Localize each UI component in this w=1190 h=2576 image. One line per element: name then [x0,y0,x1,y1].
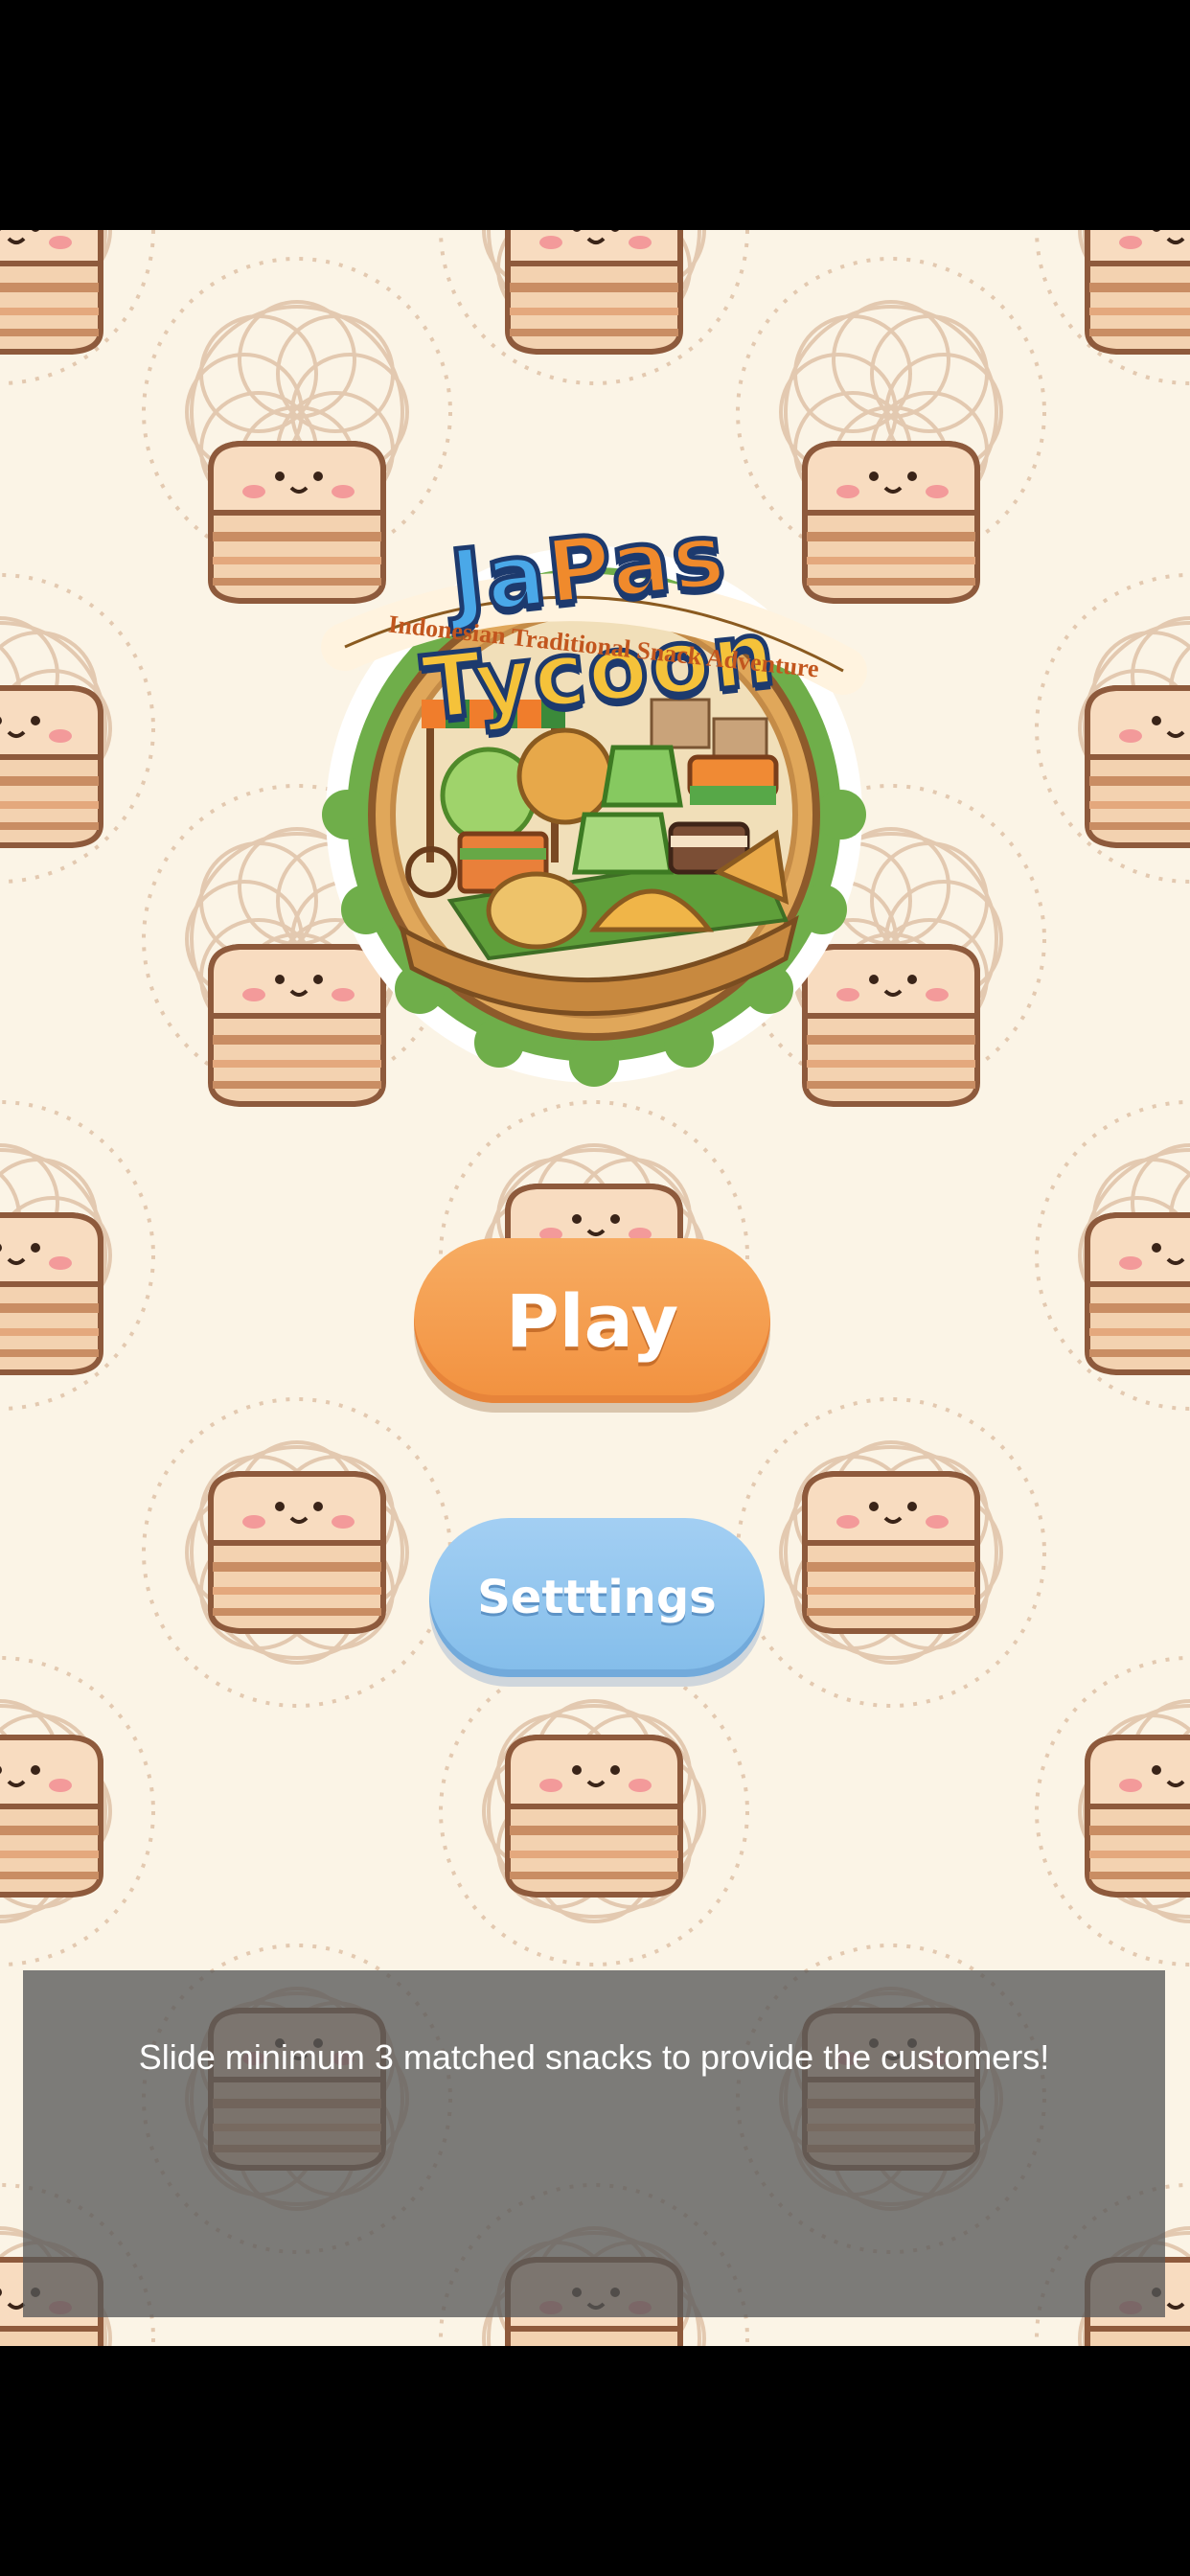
game-screen: JaPas Tycoon Indonesian Traditional Snac… [0,230,1190,2346]
settings-button[interactable]: Setttings [429,1518,765,1677]
hint-toast: Slide minimum 3 matched snacks to provid… [23,1970,1165,2317]
play-button[interactable]: Play [414,1238,770,1403]
hint-message: Slide minimum 3 matched snacks to provid… [138,2037,1050,2077]
game-logo: JaPas Tycoon Indonesian Traditional Snac… [259,479,929,1092]
